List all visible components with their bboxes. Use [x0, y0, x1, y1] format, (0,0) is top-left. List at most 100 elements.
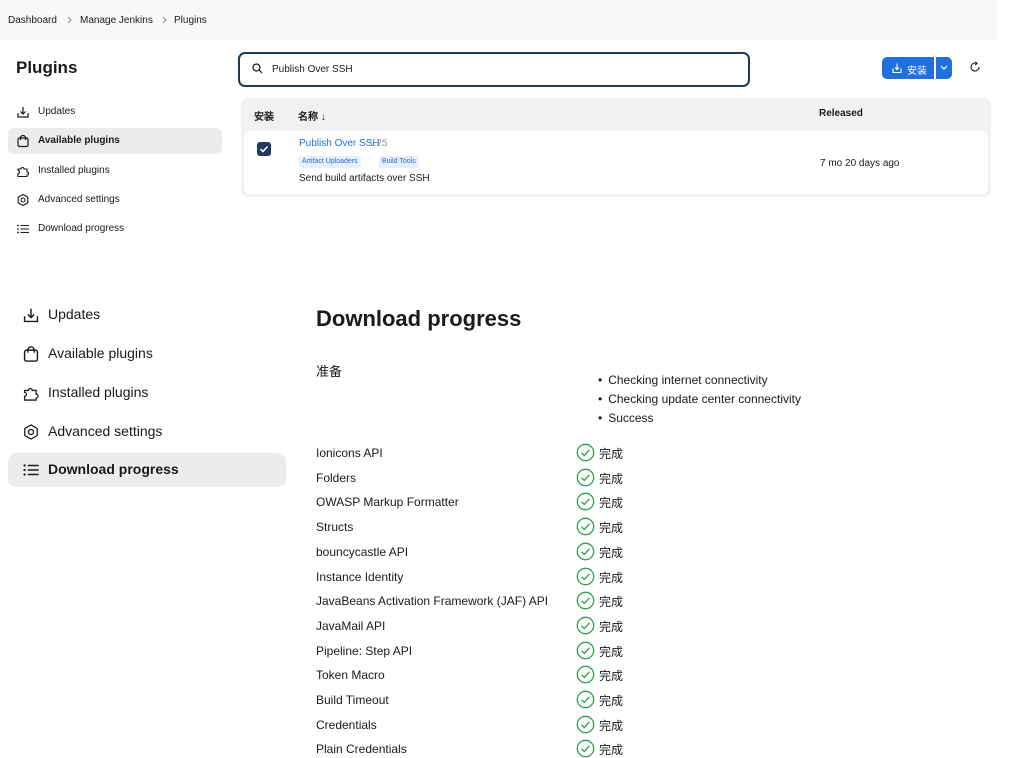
install-options-dropdown[interactable]	[936, 57, 952, 79]
sidebar-item-label: Download progress	[48, 461, 179, 477]
chevron-down-icon	[940, 65, 948, 70]
status-label: 完成	[599, 719, 624, 733]
status-label: 完成	[599, 571, 624, 585]
download-plugin-name: Structs	[316, 520, 354, 534]
status-label: 完成	[599, 496, 624, 510]
download-plugin-name: JavaBeans Activation Framework (JAF) API	[316, 594, 549, 608]
category-tag[interactable]: Build Tools	[379, 156, 419, 168]
sidebar-item-label: Updates	[38, 106, 76, 117]
preparation-step: Checking update center connectivity	[598, 392, 801, 406]
gear-icon	[16, 193, 30, 207]
status-label: 完成	[599, 472, 624, 486]
sidebar-item-installed-plugins[interactable]: Installed plugins	[8, 158, 222, 184]
plugin-released: 7 mo 20 days ago	[820, 158, 900, 169]
download-plugin-name: Build Timeout	[316, 693, 389, 707]
sidebar-item-label: Advanced settings	[38, 194, 120, 205]
plugin-search-box[interactable]	[238, 52, 750, 87]
download-plugin-name: Folders	[316, 471, 357, 485]
download-plugin-name: Credentials	[316, 718, 377, 732]
page-title: Plugins	[16, 58, 78, 77]
check-circle-icon	[576, 567, 595, 586]
status-label: 完成	[599, 620, 624, 634]
category-tag[interactable]: Artifact Uploaders	[299, 156, 361, 168]
refresh-button[interactable]	[968, 60, 982, 74]
download-tray-icon	[22, 306, 40, 324]
sidebar-item-label: Installed plugins	[38, 165, 110, 176]
status-label: 完成	[599, 743, 624, 757]
breadcrumb-manage-jenkins[interactable]: Manage Jenkins	[80, 15, 153, 26]
column-header-name[interactable]: 名称 ↓	[298, 108, 326, 123]
sidebar-item-installed-plugins[interactable]: Installed plugins	[8, 376, 286, 410]
sidebar-item-advanced-settings[interactable]: Advanced settings	[8, 415, 286, 449]
check-circle-icon	[576, 665, 595, 684]
check-circle-icon	[576, 591, 595, 610]
shopping-bag-icon	[16, 134, 30, 148]
install-button-label: 安装	[907, 66, 927, 77]
install-icon	[891, 62, 903, 74]
sidebar-item-label: Advanced settings	[48, 423, 163, 439]
table-row: Publish Over SSH 1.25 Artifact Uploaders…	[244, 131, 988, 194]
plugins-table: 安装 名称 ↓ Released Publish Over SSH 1.25 A…	[241, 98, 991, 197]
status-label: 完成	[599, 447, 624, 461]
checkmark-icon	[259, 145, 269, 153]
status-label: 完成	[599, 669, 624, 683]
puzzle-icon	[16, 164, 30, 178]
sidebar-item-available-plugins[interactable]: Available plugins	[8, 128, 222, 154]
status-label: 完成	[599, 521, 624, 535]
list-icon	[22, 461, 40, 479]
plugin-description: Send build artifacts over SSH	[299, 173, 430, 184]
refresh-icon	[970, 61, 980, 72]
install-button[interactable]: 安装	[882, 57, 934, 79]
gear-icon	[22, 423, 40, 441]
check-circle-icon	[576, 616, 595, 635]
list-icon	[16, 222, 30, 236]
download-plugin-name: Token Macro	[316, 668, 385, 682]
preparation-label: 准备	[316, 364, 343, 379]
status-label: 完成	[599, 645, 624, 659]
check-circle-icon	[576, 517, 595, 536]
chevron-right-icon	[162, 16, 168, 24]
shopping-bag-icon	[22, 345, 40, 363]
check-circle-icon	[576, 739, 595, 758]
column-header-install[interactable]: 安装	[254, 108, 274, 123]
preparation-step: Success	[598, 411, 653, 425]
sidebar-item-advanced-settings[interactable]: Advanced settings	[8, 187, 222, 213]
download-plugin-name: Plain Credentials	[316, 742, 407, 756]
download-plugin-name: Instance Identity	[316, 570, 404, 584]
search-input[interactable]	[272, 58, 732, 80]
check-circle-icon	[576, 443, 595, 462]
column-header-released[interactable]: Released	[819, 108, 863, 119]
sidebar-item-download-progress[interactable]: Download progress	[8, 216, 222, 242]
breadcrumb: Dashboard Manage Jenkins Plugins	[0, 0, 997, 40]
check-circle-icon	[576, 715, 595, 734]
plugin-version: 1.25	[368, 138, 388, 149]
breadcrumb-dashboard[interactable]: Dashboard	[8, 15, 57, 26]
puzzle-icon	[22, 384, 40, 402]
sidebar-item-download-progress[interactable]: Download progress	[8, 453, 286, 487]
chevron-right-icon	[67, 16, 73, 24]
download-plugin-name: Ionicons API	[316, 446, 383, 460]
sidebar-item-label: Download progress	[38, 223, 125, 234]
download-tray-icon	[16, 105, 30, 119]
check-circle-icon	[576, 468, 595, 487]
status-label: 完成	[599, 694, 624, 708]
check-circle-icon	[576, 492, 595, 511]
sidebar-item-label: Installed plugins	[48, 384, 149, 400]
sidebar-item-updates[interactable]: Updates	[8, 298, 286, 332]
check-circle-icon	[576, 542, 595, 561]
download-plugin-name: Pipeline: Step API	[316, 644, 413, 658]
download-progress-title: Download progress	[316, 306, 522, 331]
breadcrumb-plugins[interactable]: Plugins	[174, 15, 207, 26]
sidebar-item-updates[interactable]: Updates	[8, 99, 222, 125]
status-label: 完成	[599, 546, 624, 560]
sidebar-item-available-plugins[interactable]: Available plugins	[8, 337, 286, 371]
sidebar-item-label: Updates	[48, 306, 101, 322]
sidebar-item-label: Available plugins	[38, 135, 120, 146]
check-circle-icon	[576, 690, 595, 709]
preparation-step: Checking internet connectivity	[598, 373, 767, 387]
search-icon	[252, 63, 263, 74]
download-plugin-name: OWASP Markup Formatter	[316, 495, 459, 509]
download-plugin-name: JavaMail API	[316, 619, 386, 633]
status-label: 完成	[599, 595, 624, 609]
install-checkbox[interactable]	[257, 142, 271, 156]
